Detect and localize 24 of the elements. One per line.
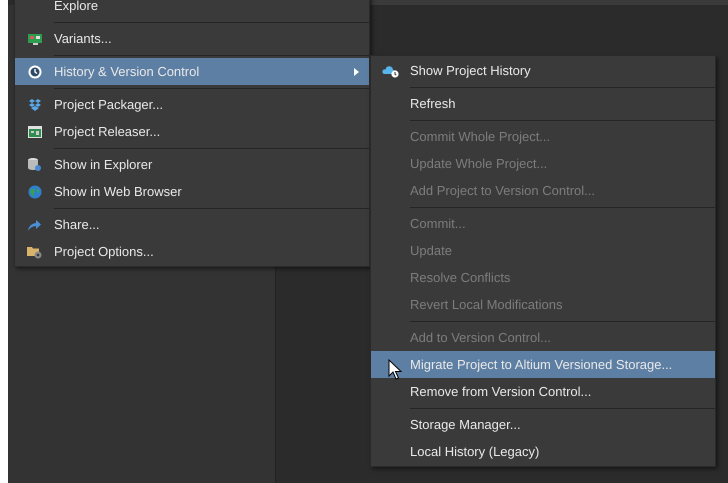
database-icon — [27, 157, 42, 172]
menu-item[interactable]: Project Packager... — [15, 91, 369, 118]
share-arrow-icon — [27, 218, 42, 230]
menu-item[interactable]: Project Releaser... — [15, 118, 369, 145]
menu-item[interactable]: Show in Explorer — [15, 151, 369, 178]
folder-gear-icon — [27, 244, 42, 258]
submenu-arrow-icon — [354, 68, 359, 76]
menu-item[interactable]: Project Options... — [15, 238, 369, 265]
board-icon — [28, 32, 42, 44]
box-icon — [28, 98, 42, 112]
menu-item[interactable]: Explore — [15, 0, 369, 19]
menu-item[interactable]: Variants... — [15, 25, 369, 52]
mouse-cursor-icon — [388, 359, 402, 381]
menu-item[interactable]: Storage Manager... — [371, 411, 715, 438]
menu-item[interactable]: Local History (Legacy) — [371, 438, 715, 465]
cloud-clock-icon — [382, 64, 400, 78]
menu-item[interactable]: Remove from Version Control... — [371, 378, 715, 405]
clock-icon — [28, 64, 42, 78]
menu-item[interactable]: Refresh — [371, 90, 715, 117]
globe-icon — [28, 184, 42, 198]
menu-item[interactable]: Show Project History — [371, 57, 715, 84]
menu-item[interactable]: Share... — [15, 211, 369, 238]
menu-item[interactable]: Show in Web Browser — [15, 178, 369, 205]
release-board-icon — [28, 124, 42, 138]
